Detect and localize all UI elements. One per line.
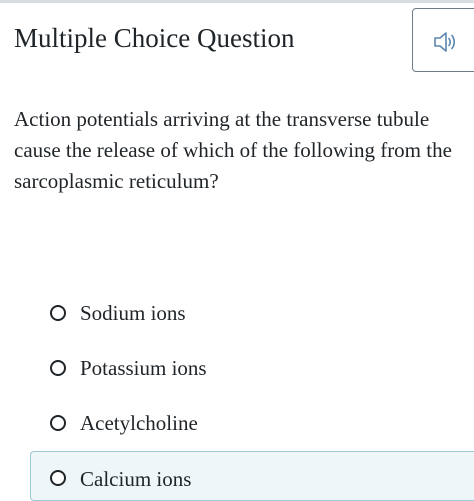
- top-divider: [0, 0, 474, 3]
- radio-button-sodium-ions[interactable]: [50, 305, 66, 321]
- question-prompt: Action potentials arriving at the transv…: [14, 107, 452, 193]
- choice-label-acetylcholine[interactable]: Acetylcholine: [80, 410, 198, 436]
- read-aloud-button[interactable]: [412, 8, 474, 72]
- choice-label-potassium-ions[interactable]: Potassium ions: [80, 355, 207, 381]
- radio-button-acetylcholine[interactable]: [50, 415, 66, 431]
- question-type-title: Multiple Choice Question: [14, 23, 295, 53]
- choice-label-sodium-ions[interactable]: Sodium ions: [80, 300, 186, 326]
- speaker-icon: [434, 32, 456, 52]
- radio-button-potassium-ions[interactable]: [50, 360, 66, 376]
- choice-label-calcium-ions[interactable]: Calcium ions: [80, 466, 191, 492]
- radio-button-calcium-ions[interactable]: [50, 470, 66, 486]
